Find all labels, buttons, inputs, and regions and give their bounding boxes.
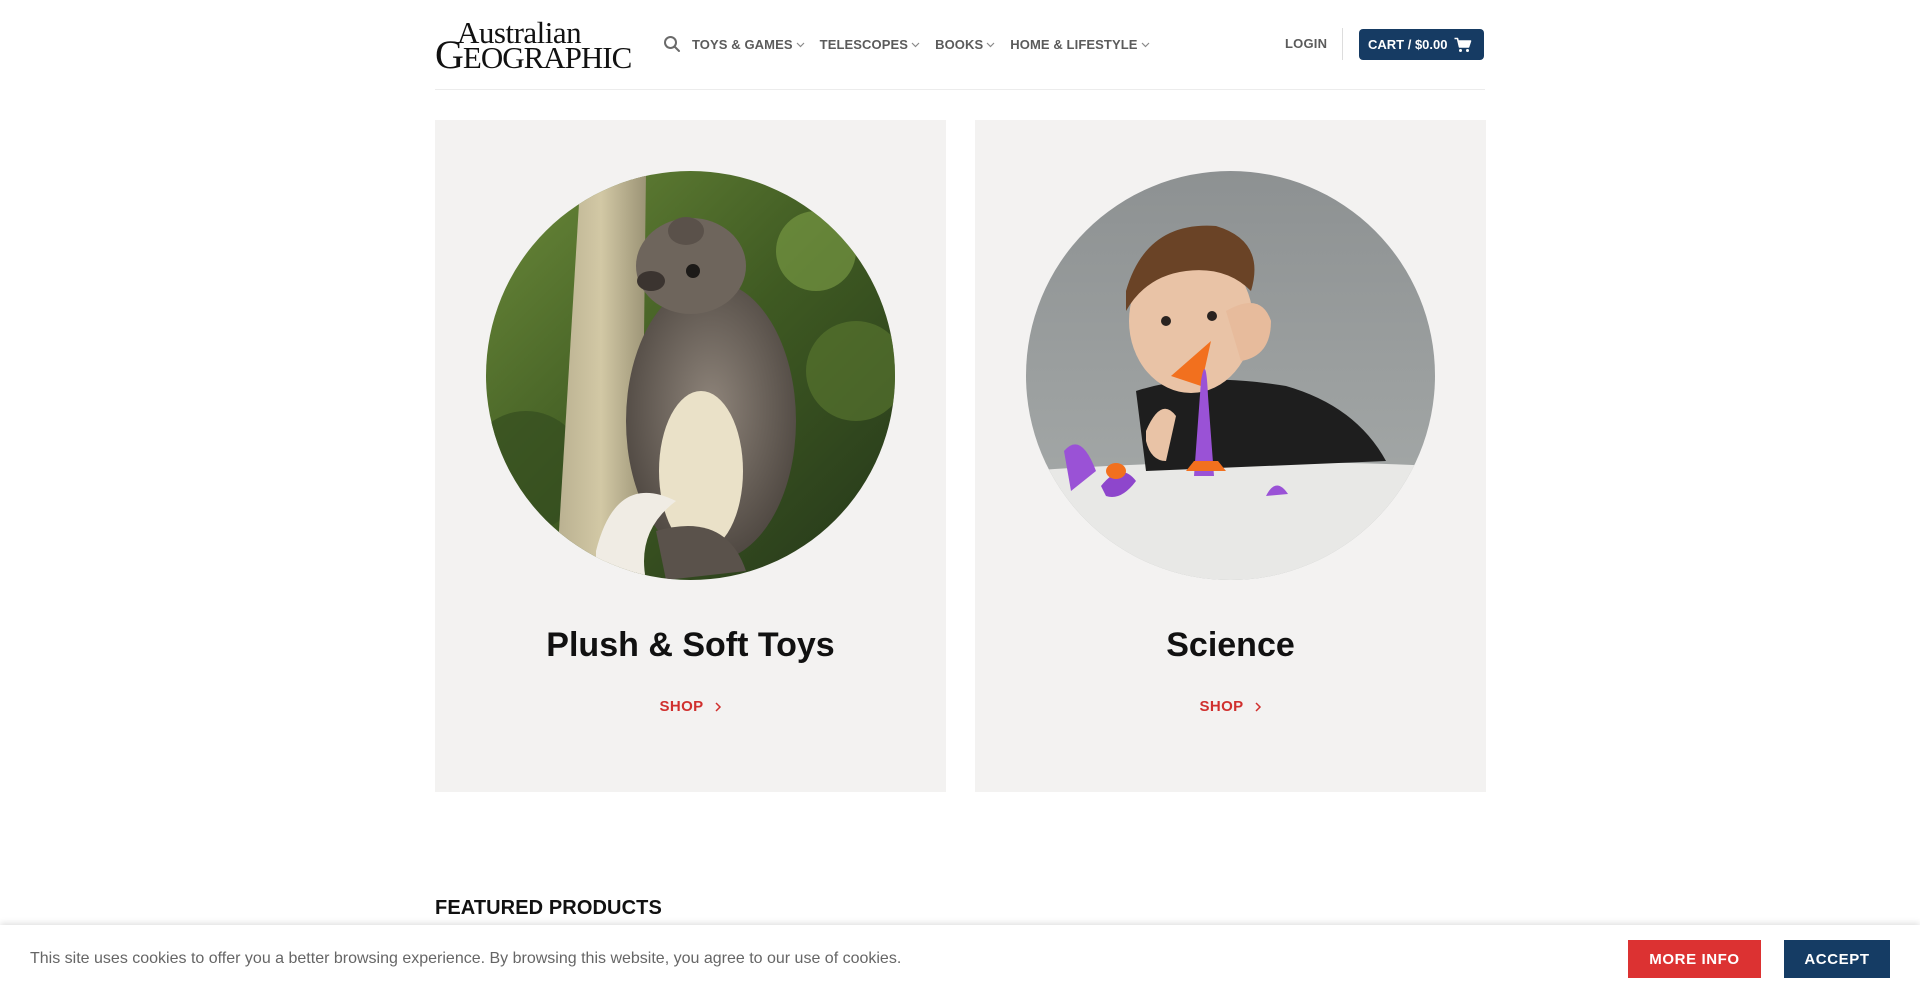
shop-link[interactable]: SHOP [435,698,946,715]
login-link[interactable]: LOGIN [1285,36,1327,51]
cookie-message: This site uses cookies to offer you a be… [30,950,902,967]
site-logo[interactable]: Australian GEOGRAPHIC [435,16,632,75]
nav-item-books[interactable]: BOOKS [935,37,995,52]
shop-link[interactable]: SHOP [975,698,1486,715]
site-header: Australian GEOGRAPHIC TOYS & GAMES TELES… [435,0,1485,90]
category-image-science[interactable] [1026,171,1435,580]
cart-label: CART / $0.00 [1368,37,1448,52]
category-card-plush[interactable]: Plush & Soft Toys SHOP [435,120,946,792]
category-title[interactable]: Science [975,626,1486,665]
logo-line-2: GEOGRAPHIC [435,32,632,77]
more-info-button[interactable]: MORE INFO [1628,940,1761,978]
category-card-science[interactable]: Science SHOP [975,120,1486,792]
accept-button[interactable]: ACCEPT [1784,940,1890,978]
nav-item-label: TOYS & GAMES [692,36,793,52]
chevron-down-icon [796,40,805,49]
shop-link-label: SHOP [1199,698,1244,715]
header-divider [1342,28,1343,60]
category-image-plush[interactable] [486,171,895,580]
featured-products-heading: FEATURED PRODUCTS [435,897,662,919]
chevron-down-icon [986,40,995,49]
cart-button[interactable]: CART / $0.00 [1359,29,1484,60]
cart-icon [1454,37,1472,53]
chevron-right-icon [1254,701,1262,712]
nav-item-toys-games[interactable]: TOYS & GAMES [692,37,805,52]
nav-item-home-lifestyle[interactable]: HOME & LIFESTYLE [1010,37,1149,52]
cookie-consent-bar: This site uses cookies to offer you a be… [0,925,1920,993]
shop-link-label: SHOP [659,698,704,715]
nav-item-label: HOME & LIFESTYLE [1010,36,1138,52]
chevron-down-icon [1141,40,1150,49]
nav-item-telescopes[interactable]: TELESCOPES [820,37,920,52]
category-title[interactable]: Plush & Soft Toys [435,626,946,665]
nav-item-label: TELESCOPES [819,36,909,52]
main-nav: TOYS & GAMES TELESCOPES BOOKS HOME & LIF… [663,32,1165,56]
nav-item-label: BOOKS [935,36,984,52]
chevron-right-icon [714,701,722,712]
chevron-down-icon [911,40,920,49]
search-icon[interactable] [663,35,681,53]
